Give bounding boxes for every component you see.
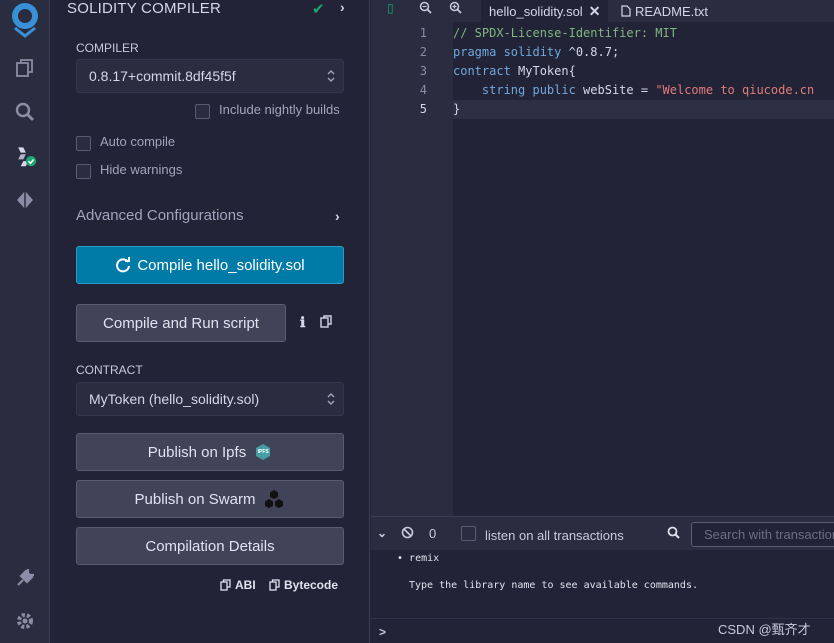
file-explorer-icon[interactable] [13, 56, 37, 80]
line-number: 5 [419, 102, 427, 116]
line-number: 4 [419, 83, 427, 97]
terminal-input[interactable]: > CSDN @甄齐才 [371, 618, 834, 643]
publish-swarm-button[interactable]: Publish on Swarm [76, 480, 344, 518]
bytecode-link[interactable]: Bytecode [269, 578, 338, 592]
close-icon[interactable]: ✕ [589, 3, 601, 20]
compilation-details-button[interactable]: Compilation Details [76, 527, 344, 565]
remix-logo-icon[interactable] [7, 2, 43, 38]
file-icon [621, 5, 631, 17]
contract-select[interactable]: MyToken (hello_solidity.sol) [76, 382, 344, 416]
line-number: 2 [419, 45, 427, 59]
tab-label: README.txt [635, 3, 708, 19]
code-token: webSite = [575, 83, 656, 97]
double-chevron-down-icon[interactable]: ⌄ [377, 526, 387, 540]
zoom-in-icon[interactable] [449, 1, 462, 17]
plugin-manager-icon[interactable] [13, 566, 37, 590]
select-arrows-icon [327, 393, 335, 405]
publish-ipfs-button[interactable]: Publish on Ipfs IPFS [76, 433, 344, 471]
watermark: CSDN @甄齐才 [718, 622, 811, 637]
tab-hello-solidity[interactable]: hello_solidity.sol ✕ [481, 0, 609, 22]
tab-readme[interactable]: README.txt [613, 0, 716, 22]
panel-title: SOLIDITY COMPILER [67, 0, 221, 17]
code-line-2: pragma solidity ^0.8.7; [453, 45, 619, 59]
solidity-compiler-icon[interactable] [13, 144, 37, 168]
toggle-panel-icon[interactable]: ▯ [387, 1, 394, 15]
publish-ipfs-label: Publish on Ipfs [147, 443, 247, 461]
abi-label: ABI [235, 578, 256, 592]
auto-compile-label: Auto compile [100, 134, 176, 149]
select-arrows-icon [327, 70, 335, 82]
zoom-out-icon[interactable] [419, 1, 432, 17]
refresh-icon [116, 257, 131, 273]
code-line-4: string public webSite = "Welcome to qiuc… [453, 83, 814, 97]
code-line-3: contract MyToken{ [453, 64, 576, 78]
code-token: contract [453, 64, 511, 78]
hide-warnings-checkbox[interactable] [76, 164, 91, 179]
code-line-1: // SPDX-License-Identifier: MIT [453, 26, 677, 40]
compilation-details-label: Compilation Details [145, 537, 275, 555]
hide-warnings-label: Hide warnings [100, 162, 183, 177]
code-token: MyToken{ [510, 64, 576, 78]
code-token: "Welcome to qiucode.cn [655, 83, 815, 97]
copy-icon [269, 579, 280, 591]
line-number-gutter: 1 2 3 4 5 [371, 22, 453, 516]
include-nightly-checkbox[interactable] [195, 104, 210, 119]
search-icon[interactable] [13, 100, 37, 124]
check-icon: ✔ [312, 1, 325, 18]
compiler-version-value: 0.8.17+commit.8df45f5f [89, 68, 236, 84]
prompt-chevron-icon: > [379, 625, 387, 639]
pending-tx-count: 0 [429, 526, 437, 541]
bullet-icon: • [397, 553, 410, 564]
code-editor[interactable]: 1 2 3 4 5 // SPDX-License-Identifier: MI… [371, 22, 834, 516]
terminal-toolbar: ⌄ 0 listen on all transactions Search wi… [371, 516, 834, 550]
contract-label: CONTRACT [76, 363, 143, 377]
code-token: string public [481, 83, 576, 97]
solidity-compiler-panel: SOLIDITY COMPILER ✔ › COMPILER 0.8.17+co… [50, 0, 370, 643]
settings-icon[interactable] [13, 609, 37, 633]
deploy-run-icon[interactable] [13, 188, 37, 212]
info-icon[interactable]: ℹ [300, 314, 305, 331]
compiler-version-select[interactable]: 0.8.17+commit.8df45f5f [76, 59, 344, 93]
search-icon [667, 526, 680, 542]
copy-icon [220, 579, 231, 591]
swarm-icon [265, 490, 284, 508]
bytecode-label: Bytecode [284, 578, 339, 592]
publish-swarm-label: Publish on Swarm [134, 490, 256, 508]
compile-run-script-button[interactable]: Compile and Run script [76, 304, 286, 342]
compile-run-script-label: Compile and Run script [103, 314, 259, 332]
clear-console-icon[interactable] [401, 526, 414, 542]
terminal-bullet-text: remix [409, 553, 440, 564]
code-token: pragma solidity [453, 45, 562, 59]
remix-ide-window: SOLIDITY COMPILER ✔ › COMPILER 0.8.17+co… [0, 0, 834, 643]
current-line-highlight [453, 100, 834, 119]
copy-icon[interactable] [320, 315, 332, 331]
abi-link[interactable]: ABI [220, 578, 256, 592]
terminal-bullet-line: • remix [397, 553, 439, 564]
ipfs-badge-text: IPFS [257, 449, 269, 455]
icon-rail [0, 0, 50, 643]
ipfs-icon: IPFS [254, 443, 272, 461]
line-number: 1 [419, 26, 427, 40]
compile-button[interactable]: Compile hello_solidity.sol [76, 246, 344, 284]
code-line-5: } [453, 102, 461, 116]
editor-tab-bar: ▯ hello_solidity.sol ✕ README.txt [371, 0, 834, 22]
compile-button-label: Compile hello_solidity.sol [137, 256, 305, 274]
listen-all-transactions-label: listen on all transactions [485, 528, 624, 543]
line-number: 3 [419, 64, 427, 78]
code-token: ^0.8.7; [561, 45, 620, 59]
chevron-right-icon[interactable]: › [340, 0, 345, 15]
auto-compile-checkbox[interactable] [76, 136, 91, 151]
advanced-configurations-toggle[interactable]: Advanced Configurations [76, 207, 244, 224]
transaction-search-input[interactable]: Search with transaction hash or address [691, 522, 834, 547]
tab-label: hello_solidity.sol [489, 3, 583, 19]
contract-select-value: MyToken (hello_solidity.sol) [89, 391, 260, 407]
chevron-right-icon[interactable]: › [335, 208, 340, 224]
include-nightly-label: Include nightly builds [219, 102, 340, 117]
listen-all-transactions-checkbox[interactable] [461, 526, 476, 541]
terminal-help-text: Type the library name to see available c… [409, 580, 698, 591]
compiler-label: COMPILER [76, 41, 139, 55]
